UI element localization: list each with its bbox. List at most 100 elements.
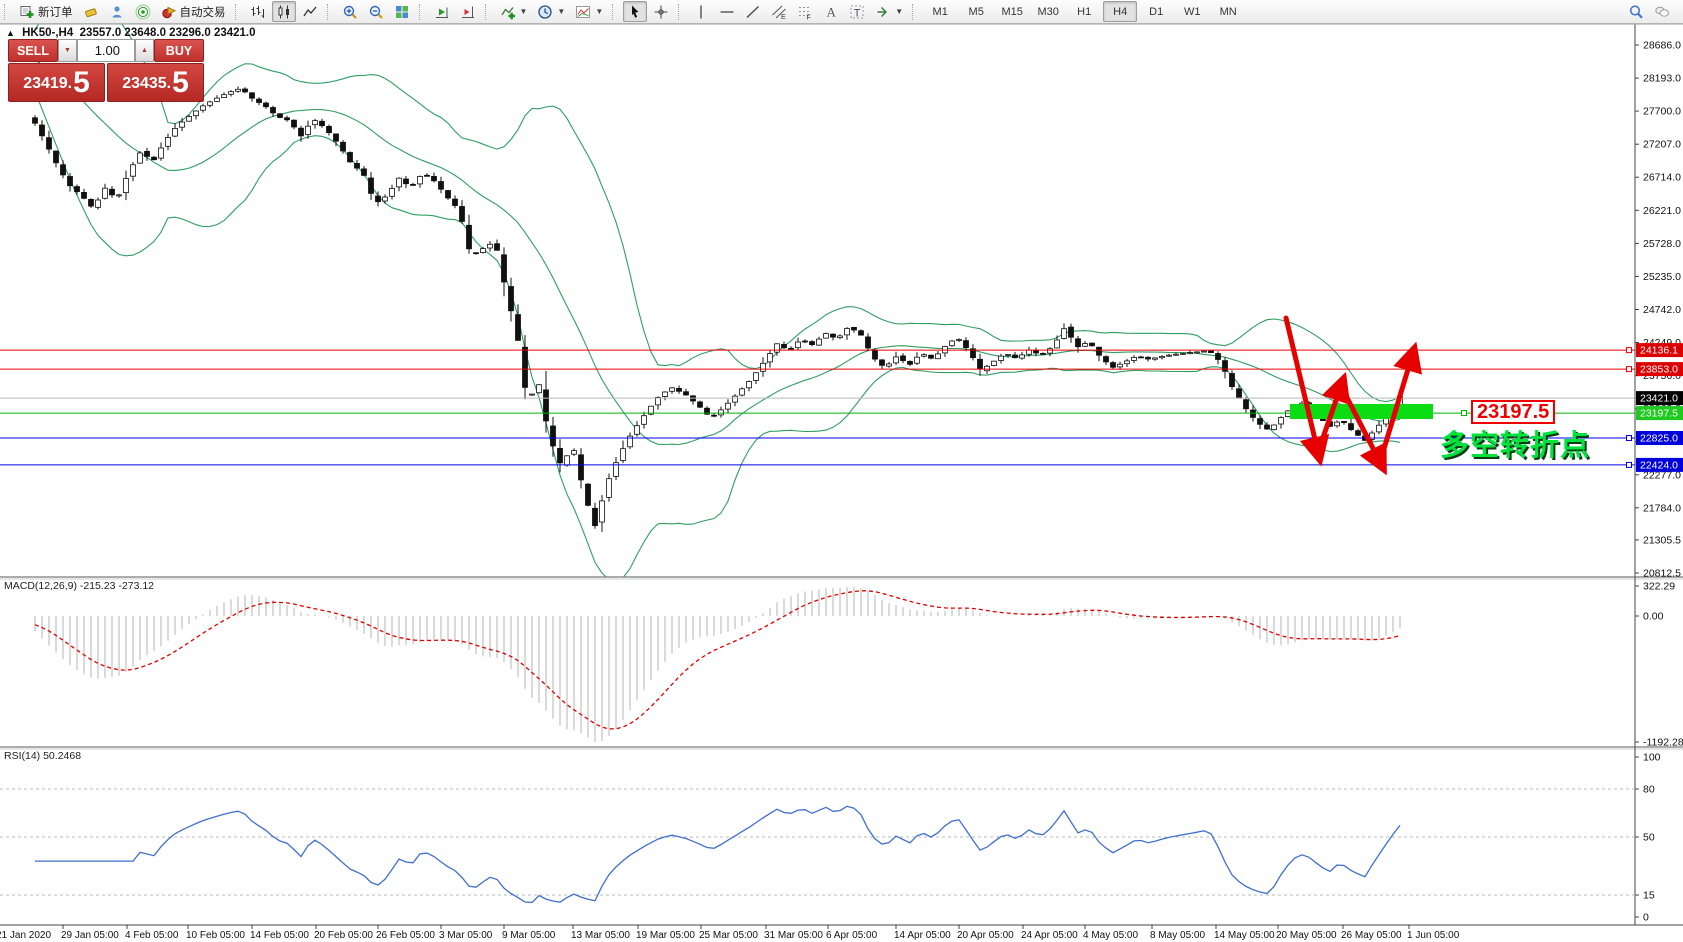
price-tick-label: 27700.0 (1643, 106, 1681, 118)
horizontal-line-button[interactable] (715, 1, 739, 22)
trendline-button[interactable] (741, 1, 765, 22)
timeframe-h4-button[interactable]: H4 (1103, 1, 1137, 22)
timeframe-m1-button[interactable]: M1 (923, 1, 957, 22)
bid-price-pip: 5 (73, 67, 90, 99)
line-anchor-handle[interactable] (1627, 436, 1632, 441)
sell-button[interactable]: SELL (8, 39, 58, 62)
price-flag-text: 24136.1 (1640, 345, 1678, 357)
dropdown-caret-icon[interactable]: ▼ (895, 7, 903, 16)
clock-icon (537, 4, 553, 20)
time-tick-label: 25 Mar 05:00 (699, 930, 758, 941)
price-tick-label: 26221.0 (1643, 205, 1681, 217)
time-tick-label: 4 May 05:00 (1083, 930, 1138, 941)
bar-chart-button[interactable] (246, 1, 270, 22)
neworder-icon (19, 4, 35, 20)
labelt-icon: T (849, 4, 865, 20)
vertical-line-button[interactable] (689, 1, 713, 22)
symbol-header: ▲ HK50-,H4 23557.0 23648.0 23296.0 23421… (6, 27, 256, 39)
cursor-button[interactable] (623, 1, 647, 22)
search-button[interactable] (1624, 1, 1648, 22)
chartshift-icon (460, 4, 476, 20)
timeframe-h1-button[interactable]: H1 (1067, 1, 1101, 22)
crosshair-button[interactable] (649, 1, 673, 22)
price-tick-label: 25728.0 (1643, 238, 1681, 250)
autotrading-button[interactable]: 自动交易 (157, 1, 230, 22)
text-label-button[interactable]: T (845, 1, 869, 22)
price-tick-label: 28686.0 (1643, 40, 1681, 52)
vline-icon (693, 4, 709, 20)
indicator-tick-label: 15 (1643, 890, 1655, 902)
time-tick-label: 14 Apr 05:00 (894, 930, 951, 941)
chart-canvas[interactable]: 28686.028193.027700.027207.026714.026221… (0, 23, 1683, 942)
template-icon (575, 4, 591, 20)
dropdown-caret-icon[interactable]: ▼ (520, 7, 528, 16)
pivot-price-callout[interactable]: 23197.5 (1471, 400, 1555, 424)
volume-decrease-button[interactable]: ▼ (58, 39, 77, 62)
hline-icon (719, 4, 735, 20)
line-anchor-handle[interactable] (1627, 462, 1632, 467)
shapes-icon (875, 4, 891, 20)
fibonacci-button[interactable]: F (793, 1, 817, 22)
time-tick-label: 21 Jan 2020 (0, 930, 51, 941)
autotrade-icon (161, 4, 177, 20)
candlestick-chart-button[interactable] (272, 1, 296, 22)
tile-windows-button[interactable] (390, 1, 414, 22)
price-tick-label: 24742.0 (1643, 304, 1681, 316)
new-order-button[interactable]: 新订单 (15, 1, 77, 22)
buy-button[interactable]: BUY (154, 39, 204, 62)
history-center-button[interactable] (79, 1, 103, 22)
arrows-button[interactable]: ▼ (871, 1, 907, 22)
time-tick-label: 26 Feb 05:00 (376, 930, 435, 941)
timeframe-mn-button[interactable]: MN (1211, 1, 1245, 22)
time-tick-label: 20 May 05:00 (1276, 930, 1337, 941)
ask-price[interactable]: 23435. 5 (107, 63, 204, 102)
price-tick-label: 28193.0 (1643, 73, 1681, 85)
ask-price-pip: 5 (172, 67, 189, 99)
channel-button[interactable]: E (767, 1, 791, 22)
time-tick-label: 31 Mar 05:00 (764, 930, 823, 941)
chat-button[interactable] (1650, 1, 1674, 22)
price-flag-text: 22825.0 (1640, 433, 1678, 445)
time-tick-label: 26 May 05:00 (1341, 930, 1402, 941)
volume-increase-button[interactable]: ▲ (135, 39, 154, 62)
zoom-out-button[interactable] (364, 1, 388, 22)
line-chart-button[interactable] (298, 1, 322, 22)
signal-icon (135, 4, 151, 20)
zoom-in-button[interactable] (338, 1, 362, 22)
line-anchor-handle[interactable] (1462, 411, 1467, 416)
timeframe-m30-button[interactable]: M30 (1031, 1, 1065, 22)
line-anchor-handle[interactable] (1627, 348, 1632, 353)
timeframe-m15-button[interactable]: M15 (995, 1, 1029, 22)
timeframe-w1-button[interactable]: W1 (1175, 1, 1209, 22)
dropdown-caret-icon[interactable]: ▼ (595, 7, 603, 16)
text-button[interactable]: A (819, 1, 843, 22)
auto-scroll-button[interactable] (430, 1, 454, 22)
book-icon (83, 4, 99, 20)
bid-price[interactable]: 23419. 5 (8, 63, 105, 102)
signals-button[interactable] (131, 1, 155, 22)
indadd-icon (500, 4, 516, 20)
timeframe-m5-button[interactable]: M5 (959, 1, 993, 22)
time-tick-label: 14 Feb 05:00 (250, 930, 309, 941)
price-tick-label: 20812.5 (1643, 568, 1681, 580)
macd-indicator-label: MACD(12,26,9) -215.23 -273.12 (4, 580, 154, 592)
pivot-annotation-text[interactable]: 多空转折点 (1440, 422, 1590, 464)
timeframe-d1-button[interactable]: D1 (1139, 1, 1173, 22)
line-anchor-handle[interactable] (1627, 367, 1632, 372)
profile-button[interactable] (105, 1, 129, 22)
price-flag-text: 23421.0 (1640, 393, 1678, 405)
volume-input[interactable]: 1.00 (77, 39, 135, 62)
zoomout-icon (368, 4, 384, 20)
indicator-tick-label: 100 (1643, 752, 1661, 764)
collapse-panel-icon[interactable]: ▲ (6, 28, 15, 38)
indicator-tick-label: 0.00 (1643, 611, 1664, 623)
price-flag-text: 22424.0 (1640, 459, 1678, 471)
templates-button[interactable]: ▼ (571, 1, 607, 22)
periods-button[interactable]: ▼ (533, 1, 569, 22)
chart-shift-button[interactable] (456, 1, 480, 22)
time-tick-label: 20 Apr 05:00 (957, 930, 1014, 941)
indicator-tick-label: 80 (1643, 784, 1655, 796)
dropdown-caret-icon[interactable]: ▼ (557, 7, 565, 16)
indicator-tick-label: 0 (1643, 912, 1649, 924)
indicators-button[interactable]: ▼ (496, 1, 532, 22)
